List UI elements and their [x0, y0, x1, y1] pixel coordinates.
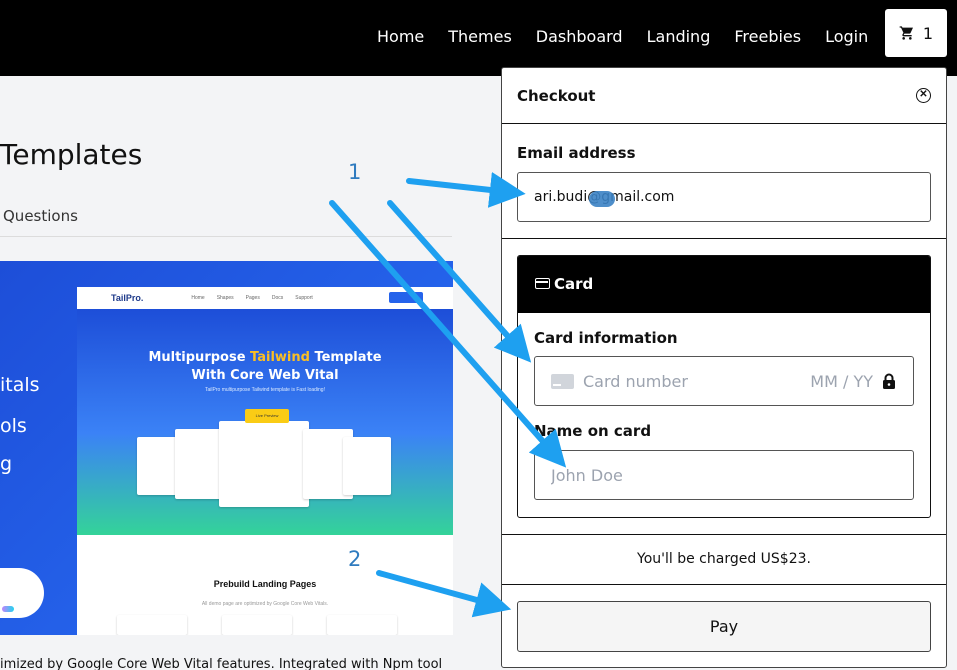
nav-link-themes[interactable]: Themes [448, 27, 512, 46]
nav-links: Home Themes Dashboard Landing Freebies L… [377, 27, 892, 46]
preview-button: Live Preview [245, 409, 289, 423]
hero-banner: itals ols g TailPro. Home Shapes Pages D… [0, 261, 453, 635]
preview-headline: Multipurpose Tailwind Template With Core… [77, 349, 453, 385]
preview-nav-item: Home [191, 295, 205, 301]
card-payment-section: Card Card information Name on card [517, 255, 931, 518]
annotation-step-2: 2 [348, 547, 362, 571]
nav-link-freebies[interactable]: Freebies [734, 27, 801, 46]
preview-mock [219, 421, 309, 507]
preview-header: TailPro. Home Shapes Pages Docs Support [77, 287, 453, 309]
email-label: Email address [517, 144, 636, 162]
page-title: Templates [0, 138, 143, 171]
preview-headline-text: Template [309, 350, 382, 365]
card-brand-icon [551, 374, 574, 389]
preview-lower-subtitle: All demo page are optimized by Google Co… [201, 601, 329, 607]
preview-nav-item: Docs [271, 295, 284, 301]
preview-brand: TailPro. [111, 293, 144, 303]
divider [502, 584, 946, 585]
divider [0, 236, 452, 237]
preview-nav-item: Shapes [216, 295, 234, 301]
checkout-title: Checkout [517, 87, 596, 105]
page-subtitle-link[interactable]: Questions [3, 207, 78, 225]
preview-mock [343, 437, 391, 495]
name-on-card-label: Name on card [534, 422, 652, 440]
name-on-card-input[interactable] [534, 450, 914, 500]
preview-nav-item: Support [295, 295, 313, 301]
divider [502, 238, 946, 239]
card-expiry-input[interactable] [793, 357, 873, 405]
checkout-header: Checkout ✕ [502, 68, 946, 124]
card-info-label: Card information [534, 329, 678, 347]
arrow-to-email-field [406, 172, 526, 208]
hero-text-line: g [0, 453, 13, 475]
preview-headline-highlight: Tailwind [250, 350, 310, 365]
preview-nav-item: Pages [245, 295, 260, 301]
checkout-panel: Checkout ✕ Email address Card Card infor… [501, 67, 947, 668]
preview-header-button [389, 292, 423, 303]
preview-headline-text: With Core Web Vital [191, 368, 339, 383]
preview-mock [117, 615, 187, 635]
credit-card-icon [535, 278, 550, 289]
preview-headline-text: Multipurpose [148, 350, 251, 365]
preview-caption: TailPro multipurpose Tailwind template i… [205, 387, 325, 393]
nav-link-dashboard[interactable]: Dashboard [536, 27, 623, 46]
cart-icon [899, 26, 913, 40]
description-text: imized by Google Core Web Vital features… [0, 657, 443, 670]
close-icon[interactable]: ✕ [916, 88, 931, 103]
cart-count: 1 [922, 23, 934, 43]
card-info-field [534, 356, 914, 406]
preview-mock [327, 615, 397, 635]
card-section-label: Card [554, 275, 594, 293]
annotation-step-1: 1 [348, 160, 362, 184]
divider [502, 534, 946, 535]
nav-link-landing[interactable]: Landing [647, 27, 711, 46]
nav-link-home[interactable]: Home [377, 27, 424, 46]
cart-button[interactable]: 1 [885, 9, 947, 57]
card-number-input[interactable] [583, 357, 783, 405]
template-preview-image[interactable]: TailPro. Home Shapes Pages Docs Support … [77, 287, 453, 635]
redaction-mark [589, 191, 615, 207]
pay-button[interactable]: Pay [517, 601, 931, 652]
hero-text-line: itals [0, 374, 40, 396]
preview-nav: Home Shapes Pages Docs Support [191, 295, 312, 301]
lock-icon [883, 373, 895, 389]
hero-text-line: ols [0, 415, 27, 437]
card-section-header: Card [518, 256, 930, 313]
charge-notice: You'll be charged US$23. [637, 551, 811, 567]
top-nav-bar: Home Themes Dashboard Landing Freebies L… [0, 0, 957, 76]
nav-link-login[interactable]: Login [825, 27, 868, 46]
preview-mock [222, 615, 292, 635]
email-field[interactable] [517, 172, 931, 222]
hero-decor [2, 606, 14, 612]
preview-lower-title: Prebuild Landing Pages [213, 579, 317, 589]
preview-mock [175, 429, 225, 499]
